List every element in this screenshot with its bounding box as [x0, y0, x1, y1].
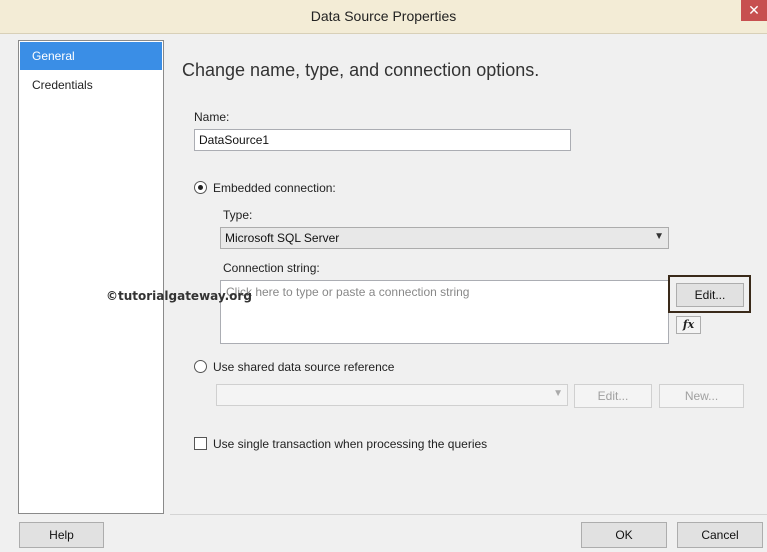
help-button[interactable]: Help	[19, 522, 104, 548]
shared-new-button[interactable]: New...	[659, 384, 744, 408]
edit-connection-button[interactable]: Edit...	[676, 283, 744, 307]
connection-string-input[interactable]: Click here to type or paste a connection…	[220, 280, 669, 344]
type-select-value: Microsoft SQL Server	[225, 231, 340, 245]
shared-data-source-radio[interactable]	[194, 360, 207, 373]
ok-button[interactable]: OK	[581, 522, 667, 548]
shared-data-source-label: Use shared data source reference	[213, 360, 395, 374]
chevron-down-icon: ▼	[654, 231, 664, 242]
page-title: Change name, type, and connection option…	[182, 60, 540, 80]
connection-string-label: Connection string:	[223, 261, 320, 275]
embedded-connection-label: Embedded connection:	[213, 181, 336, 195]
window-title: Data Source Properties	[310, 8, 457, 24]
sidebar-item-general[interactable]: General	[20, 42, 162, 70]
cancel-button[interactable]: Cancel	[677, 522, 763, 548]
watermark-text: ©tutorialgateway.org	[106, 289, 252, 303]
single-transaction-checkbox[interactable]	[194, 437, 207, 450]
title-bar: Data Source Properties ✕	[0, 0, 767, 34]
name-input[interactable]: DataSource1	[194, 129, 571, 151]
close-icon[interactable]: ✕	[741, 0, 767, 21]
main-panel: Change name, type, and connection option…	[170, 40, 767, 514]
sidebar-item-credentials[interactable]: Credentials	[20, 71, 162, 99]
shared-edit-button[interactable]: Edit...	[574, 384, 652, 408]
name-label: Name:	[194, 110, 230, 124]
type-select[interactable]: Microsoft SQL Server ▼	[220, 227, 669, 249]
footer-divider	[170, 514, 767, 515]
chevron-down-icon: ▼	[553, 388, 563, 399]
type-label: Type:	[223, 208, 253, 222]
single-transaction-label: Use single transaction when processing t…	[213, 437, 488, 451]
sidebar: General Credentials	[18, 40, 164, 514]
embedded-connection-radio[interactable]	[194, 181, 207, 194]
expression-fx-button[interactable]: fx	[676, 316, 701, 334]
shared-data-source-select[interactable]: ▼	[216, 384, 568, 406]
